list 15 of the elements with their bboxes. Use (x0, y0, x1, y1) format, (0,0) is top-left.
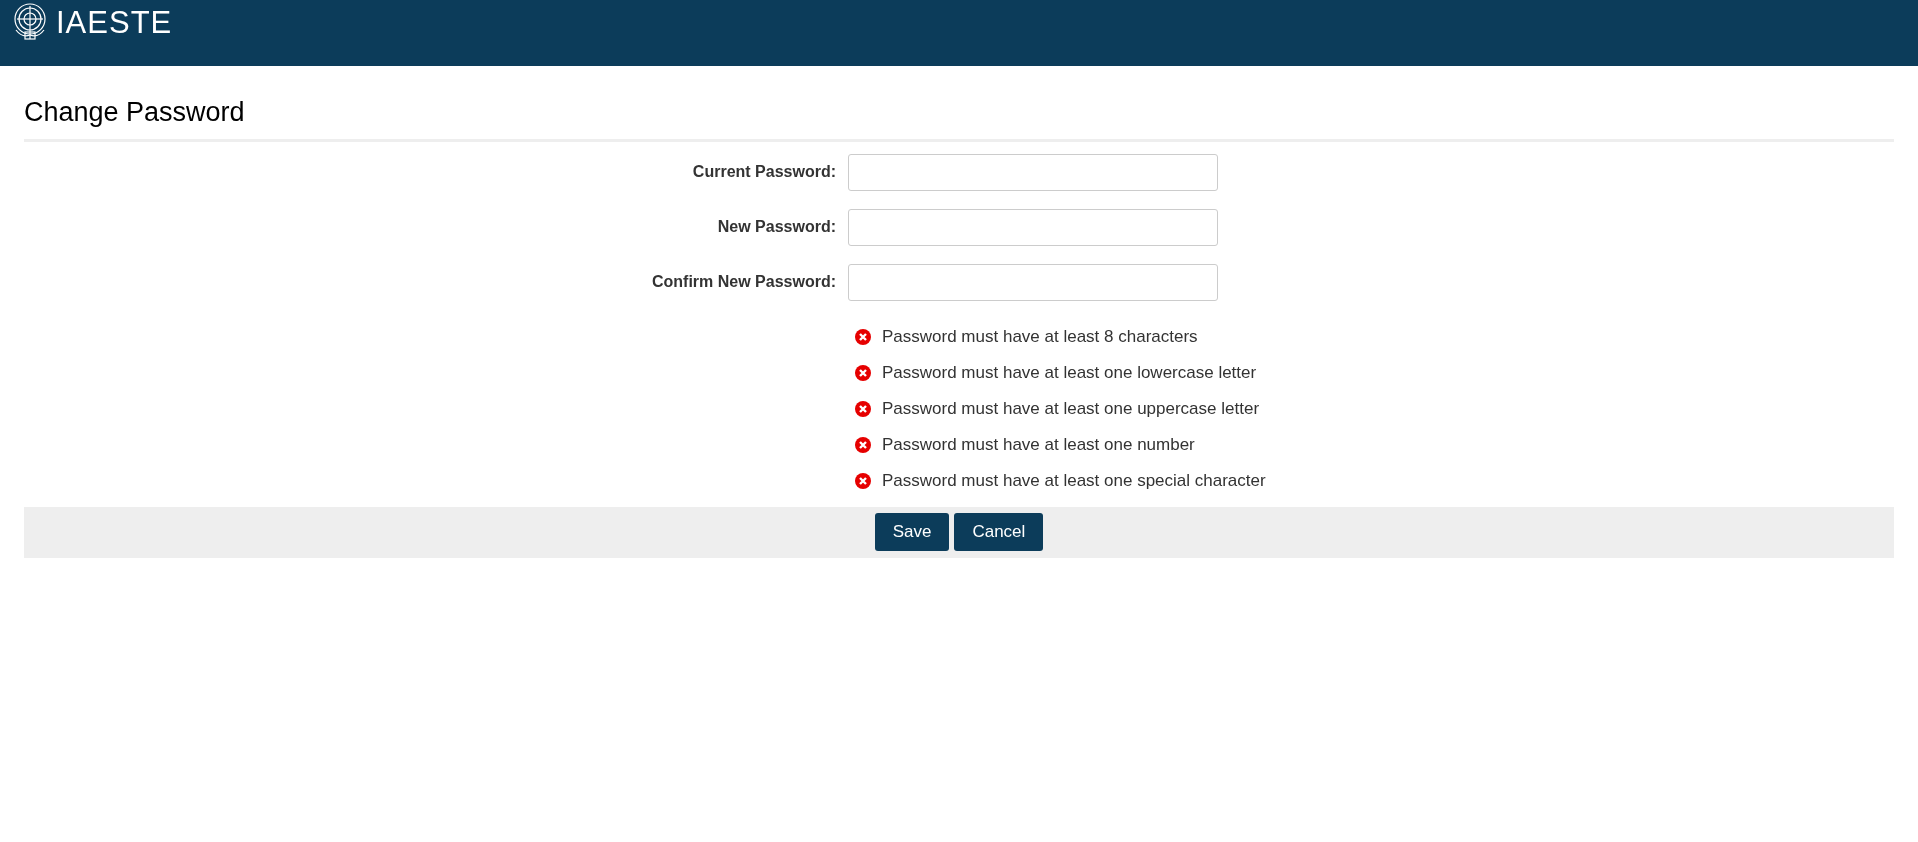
page-title: Change Password (24, 66, 1894, 142)
field-label: Current Password: (691, 162, 836, 182)
field-label: Confirm New Password: (650, 272, 836, 292)
field-label: New Password: (716, 217, 836, 237)
requirement-text: Password must have at least one special character (882, 470, 1266, 493)
save-button[interactable]: Save (874, 513, 950, 551)
cancel-button[interactable]: Cancel (954, 513, 1044, 551)
password-field[interactable] (848, 263, 1218, 301)
logo-text: IAESTE (56, 6, 173, 38)
requirement-text: Password must have at least one number (882, 434, 1195, 457)
requirement-text: Password must have at least one lowercase letter (882, 362, 1257, 385)
password-field[interactable] (848, 208, 1218, 246)
password-field[interactable] (848, 153, 1218, 191)
requirement-text: Password must have at least one uppercase letter (882, 398, 1260, 421)
requirement-text: Password must have at least 8 characters (882, 326, 1198, 349)
